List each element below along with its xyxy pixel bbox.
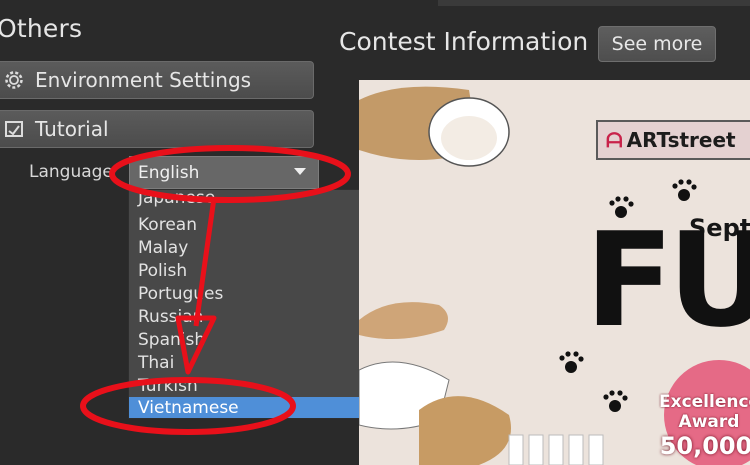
language-selected-value: English xyxy=(138,163,200,183)
gear-icon xyxy=(1,67,27,93)
award-line-2: Award xyxy=(678,412,740,432)
environment-settings-button[interactable]: Environment Settings xyxy=(0,61,314,99)
artstreet-logo: ᗩ ARTstreet xyxy=(596,120,750,160)
tutorial-button[interactable]: Tutorial xyxy=(0,110,314,148)
tutorial-label: Tutorial xyxy=(35,117,109,141)
banner-headline: FU xyxy=(585,204,750,356)
brand-name: ARTstreet xyxy=(626,128,736,152)
chevron-down-icon xyxy=(294,168,306,175)
see-more-button[interactable]: See more xyxy=(598,26,716,62)
environment-settings-label: Environment Settings xyxy=(35,68,252,92)
artstreet-logo-icon: ᗩ xyxy=(606,128,623,152)
contest-banner-image[interactable]: ᗩ ARTstreet Sept FU Excellence Award 50,… xyxy=(359,80,750,465)
award-amount: 50,000 xyxy=(659,432,750,460)
language-label: Language xyxy=(29,162,113,182)
language-select[interactable]: English xyxy=(129,156,319,189)
contest-title: Contest Information xyxy=(339,27,589,56)
award-badge: Excellence Award 50,000 xyxy=(659,392,750,460)
top-strip xyxy=(438,0,750,6)
award-line-1: Excellence xyxy=(659,392,750,412)
section-title: Others xyxy=(0,14,83,43)
tutorial-icon xyxy=(1,116,27,142)
